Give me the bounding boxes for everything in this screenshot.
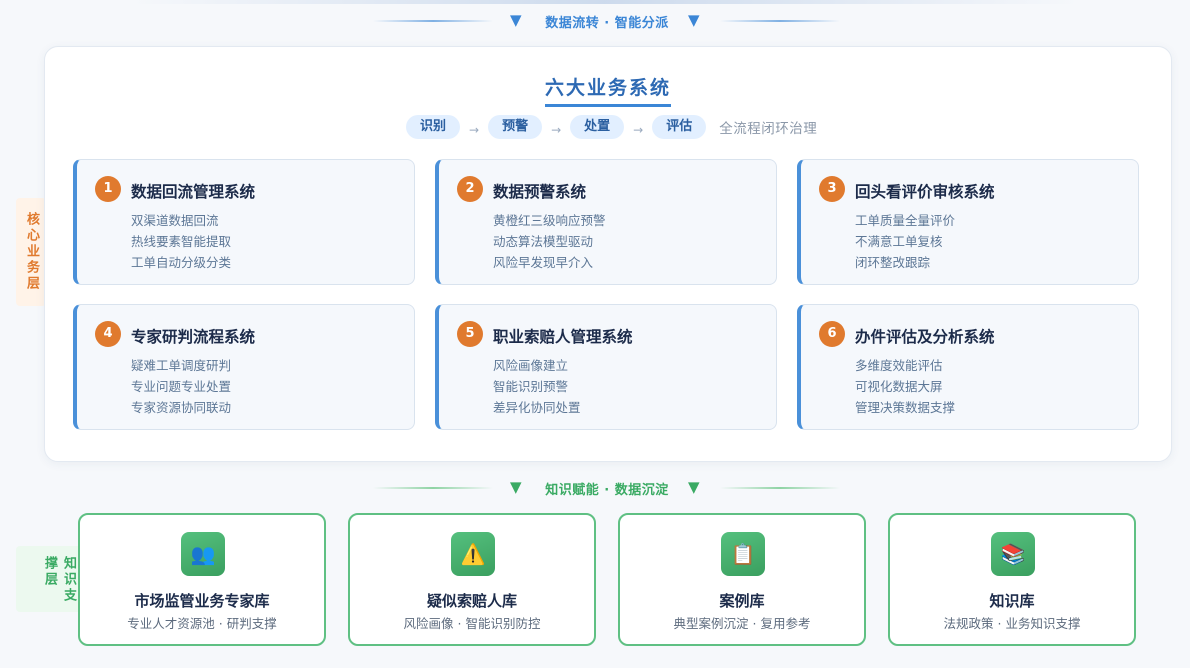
- feature-item: 工单自动分级分类: [131, 255, 232, 270]
- divider-line: [373, 20, 493, 22]
- feature-item: 黄橙红三级响应预警: [493, 213, 606, 228]
- down-arrow-icon: ▼: [688, 478, 700, 496]
- step-note: 全流程闭环治理: [719, 121, 818, 137]
- step-evaluation: 评估: [652, 115, 707, 139]
- feature-list: 疑难工单调度研判 专业问题专业处置 专家资源协同联动: [131, 355, 231, 418]
- down-arrow-icon: ▼: [688, 11, 700, 29]
- system-title: 回头看评价审核系统: [855, 183, 995, 201]
- number-badge: 6: [819, 321, 845, 347]
- feature-item: 风险早发现早介入: [493, 255, 594, 270]
- feature-item: 可视化数据大屏: [855, 379, 943, 394]
- step-handling: 处置: [570, 115, 625, 139]
- knowledge-title: 知识库: [989, 592, 1035, 610]
- knowledge-layer-label: 知识支撑层: [16, 546, 84, 612]
- system-title: 数据回流管理系统: [131, 183, 256, 201]
- feature-item: 智能识别预警: [493, 379, 569, 394]
- feature-item: 管理决策数据支撑: [855, 400, 956, 415]
- feature-list: 风险画像建立 智能识别预警 差异化协同处置: [493, 355, 581, 418]
- system-card-2: 2 数据预警系统 黄橙红三级响应预警 动态算法模型驱动 风险早发现早介入: [435, 159, 777, 285]
- divider-line: [720, 487, 840, 489]
- feature-list: 多维度效能评估 可视化数据大屏 管理决策数据支撑: [855, 355, 955, 418]
- number-badge: 5: [457, 321, 483, 347]
- knowledge-title: 案例库: [719, 592, 765, 610]
- books-icon: 📚: [991, 532, 1035, 576]
- feature-item: 热线要素智能提取: [131, 234, 232, 249]
- feature-item: 闭环整改跟踪: [855, 255, 931, 270]
- process-steps: 识别 → 预警 → 处置 → 评估 全流程闭环治理: [406, 114, 817, 140]
- feature-item: 工单质量全量评价: [855, 213, 956, 228]
- feature-item: 不满意工单复核: [855, 234, 943, 249]
- number-badge: 4: [95, 321, 121, 347]
- knowledge-desc: 法规政策 · 业务知识支撑: [943, 616, 1081, 631]
- feature-list: 双渠道数据回流 热线要素智能提取 工单自动分级分类: [131, 210, 231, 273]
- feature-item: 疑难工单调度研判: [131, 358, 232, 373]
- knowledge-card-experts: 👥 市场监管业务专家库 专业人才资源池 · 研判支撑: [78, 513, 326, 646]
- down-arrow-icon: ▼: [510, 478, 522, 496]
- flow-indicator-bottom: ▼ 知识赋能 · 数据沉淀 ▼: [0, 477, 1190, 498]
- top-glow: [130, 0, 1080, 4]
- system-title: 数据预警系统: [493, 183, 587, 201]
- feature-item: 多维度效能评估: [855, 358, 943, 373]
- panel-title-text: 六大业务系统: [544, 73, 671, 107]
- core-layer-label: 核心业务层: [16, 198, 46, 306]
- number-badge: 3: [819, 176, 845, 202]
- core-systems-panel: 六大业务系统 识别 → 预警 → 处置 → 评估 全流程闭环治理 1 数据回流管…: [44, 46, 1172, 462]
- panel-title: 六大业务系统: [45, 73, 1171, 107]
- knowledge-desc: 风险画像 · 智能识别防控: [403, 616, 541, 631]
- system-title: 职业索赔人管理系统: [493, 328, 633, 346]
- system-card-4: 4 专家研判流程系统 疑难工单调度研判 专业问题专业处置 专家资源协同联动: [73, 304, 415, 430]
- system-card-6: 6 办件评估及分析系统 多维度效能评估 可视化数据大屏 管理决策数据支撑: [797, 304, 1139, 430]
- number-badge: 1: [95, 176, 121, 202]
- flow-label: 数据流转 · 智能分派: [545, 16, 669, 31]
- system-card-1: 1 数据回流管理系统 双渠道数据回流 热线要素智能提取 工单自动分级分类: [73, 159, 415, 285]
- knowledge-title: 市场监管业务专家库: [134, 592, 270, 610]
- flow-indicator-top: ▼ 数据流转 · 智能分派 ▼: [0, 10, 1190, 31]
- divider-line: [373, 487, 493, 489]
- knowledge-card-cases: 📋 案例库 典型案例沉淀 · 复用参考: [618, 513, 866, 646]
- knowledge-desc: 专业人才资源池 · 研判支撑: [127, 616, 277, 631]
- system-title: 专家研判流程系统: [131, 328, 256, 346]
- system-card-3: 3 回头看评价审核系统 工单质量全量评价 不满意工单复核 闭环整改跟踪: [797, 159, 1139, 285]
- knowledge-card-knowledge: 📚 知识库 法规政策 · 业务知识支撑: [888, 513, 1136, 646]
- feature-item: 风险画像建立: [493, 358, 569, 373]
- feature-item: 专业问题专业处置: [131, 379, 232, 394]
- step-arrow-icon: →: [633, 123, 644, 137]
- knowledge-card-claimants: ⚠️ 疑似索赔人库 风险画像 · 智能识别防控: [348, 513, 596, 646]
- number-badge: 2: [457, 176, 483, 202]
- warning-icon: ⚠️: [451, 532, 495, 576]
- knowledge-title: 疑似索赔人库: [426, 592, 517, 610]
- clipboard-icon: 📋: [721, 532, 765, 576]
- system-title: 办件评估及分析系统: [855, 328, 995, 346]
- feature-list: 工单质量全量评价 不满意工单复核 闭环整改跟踪: [855, 210, 955, 273]
- feature-item: 差异化协同处置: [493, 400, 581, 415]
- flow-label: 知识赋能 · 数据沉淀: [545, 483, 669, 498]
- feature-item: 专家资源协同联动: [131, 400, 232, 415]
- step-warning: 预警: [488, 115, 543, 139]
- knowledge-desc: 典型案例沉淀 · 复用参考: [673, 616, 811, 631]
- system-card-5: 5 职业索赔人管理系统 风险画像建立 智能识别预警 差异化协同处置: [435, 304, 777, 430]
- feature-item: 双渠道数据回流: [131, 213, 219, 228]
- divider-line: [720, 20, 840, 22]
- step-identify: 识别: [406, 115, 461, 139]
- feature-list: 黄橙红三级响应预警 动态算法模型驱动 风险早发现早介入: [493, 210, 606, 273]
- people-icon: 👥: [181, 532, 225, 576]
- feature-item: 动态算法模型驱动: [493, 234, 594, 249]
- step-arrow-icon: →: [469, 123, 480, 137]
- step-arrow-icon: →: [551, 123, 562, 137]
- down-arrow-icon: ▼: [510, 11, 522, 29]
